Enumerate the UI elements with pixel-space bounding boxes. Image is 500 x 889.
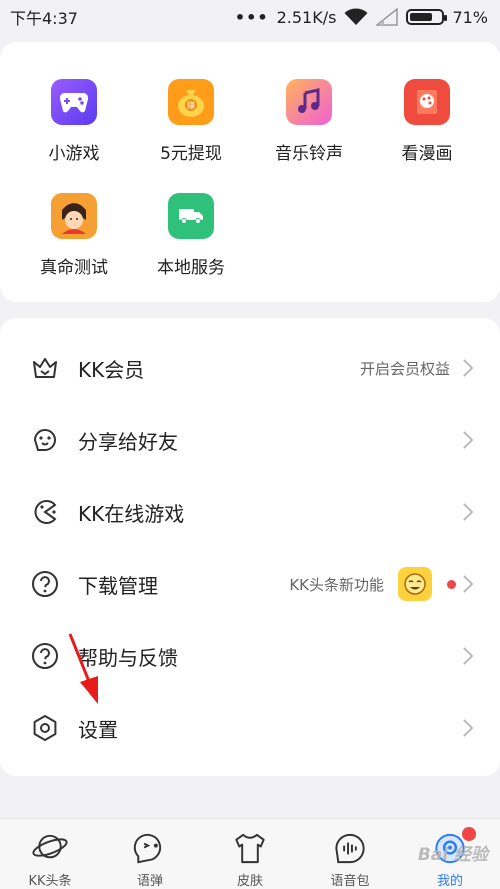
battery-fill <box>410 13 432 21</box>
status-bar: 下午4:37 ••• 2.51K/s 71% <box>0 0 500 34</box>
question-icon <box>30 569 60 599</box>
fortune-girl-icon <box>51 193 97 239</box>
chevron-right-icon <box>463 359 474 377</box>
nav-yudan[interactable]: 语弹 <box>100 819 200 889</box>
grid-item-cash-out[interactable]: 赚 5元提现 <box>136 79 246 164</box>
battery-percent: 71% <box>452 7 488 27</box>
grid-label: 本地服务 <box>157 258 225 278</box>
grid-item-local-services[interactable]: 本地服务 <box>136 193 246 278</box>
nav-label: 语弹 <box>136 874 163 889</box>
comic-book-icon <box>404 79 450 125</box>
list-item-download-manager[interactable]: 下载管理 KK头条新功能 <box>0 548 500 620</box>
status-right: ••• 2.51K/s 71% <box>235 8 488 27</box>
share-icon <box>30 425 60 455</box>
crown-icon <box>30 353 60 383</box>
list-item-title: KK会员 <box>78 357 145 382</box>
planet-icon <box>32 834 68 859</box>
notification-dot <box>447 579 456 589</box>
nav-voice-pack[interactable]: 语音包 <box>300 819 400 889</box>
nav-skin[interactable]: 皮肤 <box>200 819 300 889</box>
list-item-title: 设置 <box>78 717 118 742</box>
smiley-face-icon <box>398 567 432 601</box>
music-note-icon <box>286 79 332 125</box>
gamepad-icon <box>51 79 97 125</box>
chevron-right-icon <box>463 431 474 449</box>
list-item-kk-vip[interactable]: KK会员 开启会员权益 <box>0 332 500 404</box>
list-item-online-games[interactable]: KK在线游戏 <box>0 476 500 548</box>
grid-label: 音乐铃声 <box>275 144 343 164</box>
notification-dot <box>462 827 476 841</box>
nav-label: 语音包 <box>330 874 370 889</box>
chevron-right-icon <box>463 503 474 521</box>
list-item-title: 下载管理 <box>78 573 158 598</box>
chevron-right-icon <box>463 647 474 665</box>
grid-label: 5元提现 <box>160 144 222 164</box>
watermark: Bai 经验 <box>417 845 488 865</box>
status-time: 下午4:37 <box>10 9 78 28</box>
grid-label: 小游戏 <box>48 144 100 164</box>
red-arrow-annotation <box>68 633 98 704</box>
chevron-right-icon <box>463 575 474 593</box>
grid-item-mini-games[interactable]: 小游戏 <box>19 79 129 164</box>
help-icon <box>30 641 60 671</box>
grid-item-comics[interactable]: 看漫画 <box>372 79 482 164</box>
nav-kk-headlines[interactable]: KK头条 <box>0 819 100 889</box>
online-game-icon <box>30 497 60 527</box>
nav-label: 皮肤 <box>236 874 263 889</box>
svg-text:赚: 赚 <box>187 100 195 110</box>
truck-icon <box>168 193 214 239</box>
list-item-title: KK在线游戏 <box>78 501 185 526</box>
grid-label: 真命测试 <box>40 258 108 278</box>
list-item-title: 分享给好友 <box>78 429 178 454</box>
grid-item-fortune-test[interactable]: 真命测试 <box>19 193 129 278</box>
signal-icon <box>376 8 399 26</box>
nav-label: KK头条 <box>28 874 72 889</box>
settings-icon <box>30 713 60 743</box>
money-bag-icon: 赚 <box>168 79 214 125</box>
wifi-icon <box>344 8 368 25</box>
tshirt-icon <box>235 833 265 864</box>
list-item-subtitle: KK头条新功能 <box>289 575 384 594</box>
grid-item-ringtones[interactable]: 音乐铃声 <box>254 79 364 164</box>
list-item-share[interactable]: 分享给好友 <box>0 404 500 476</box>
grid-label: 看漫画 <box>401 144 453 164</box>
chevron-right-icon <box>463 719 474 737</box>
nav-label: 我的 <box>436 874 463 889</box>
services-grid: 小游戏 赚 5元提现 音乐铃声 看漫画 真命测试 本地服务 <box>0 42 500 302</box>
voice-pack-icon <box>335 833 365 864</box>
list-item-subtitle: 开启会员权益 <box>359 359 450 378</box>
status-dots: ••• <box>234 7 269 27</box>
chat-face-icon <box>133 833 162 864</box>
network-speed: 2.51K/s <box>276 7 337 27</box>
battery-icon <box>406 9 448 25</box>
